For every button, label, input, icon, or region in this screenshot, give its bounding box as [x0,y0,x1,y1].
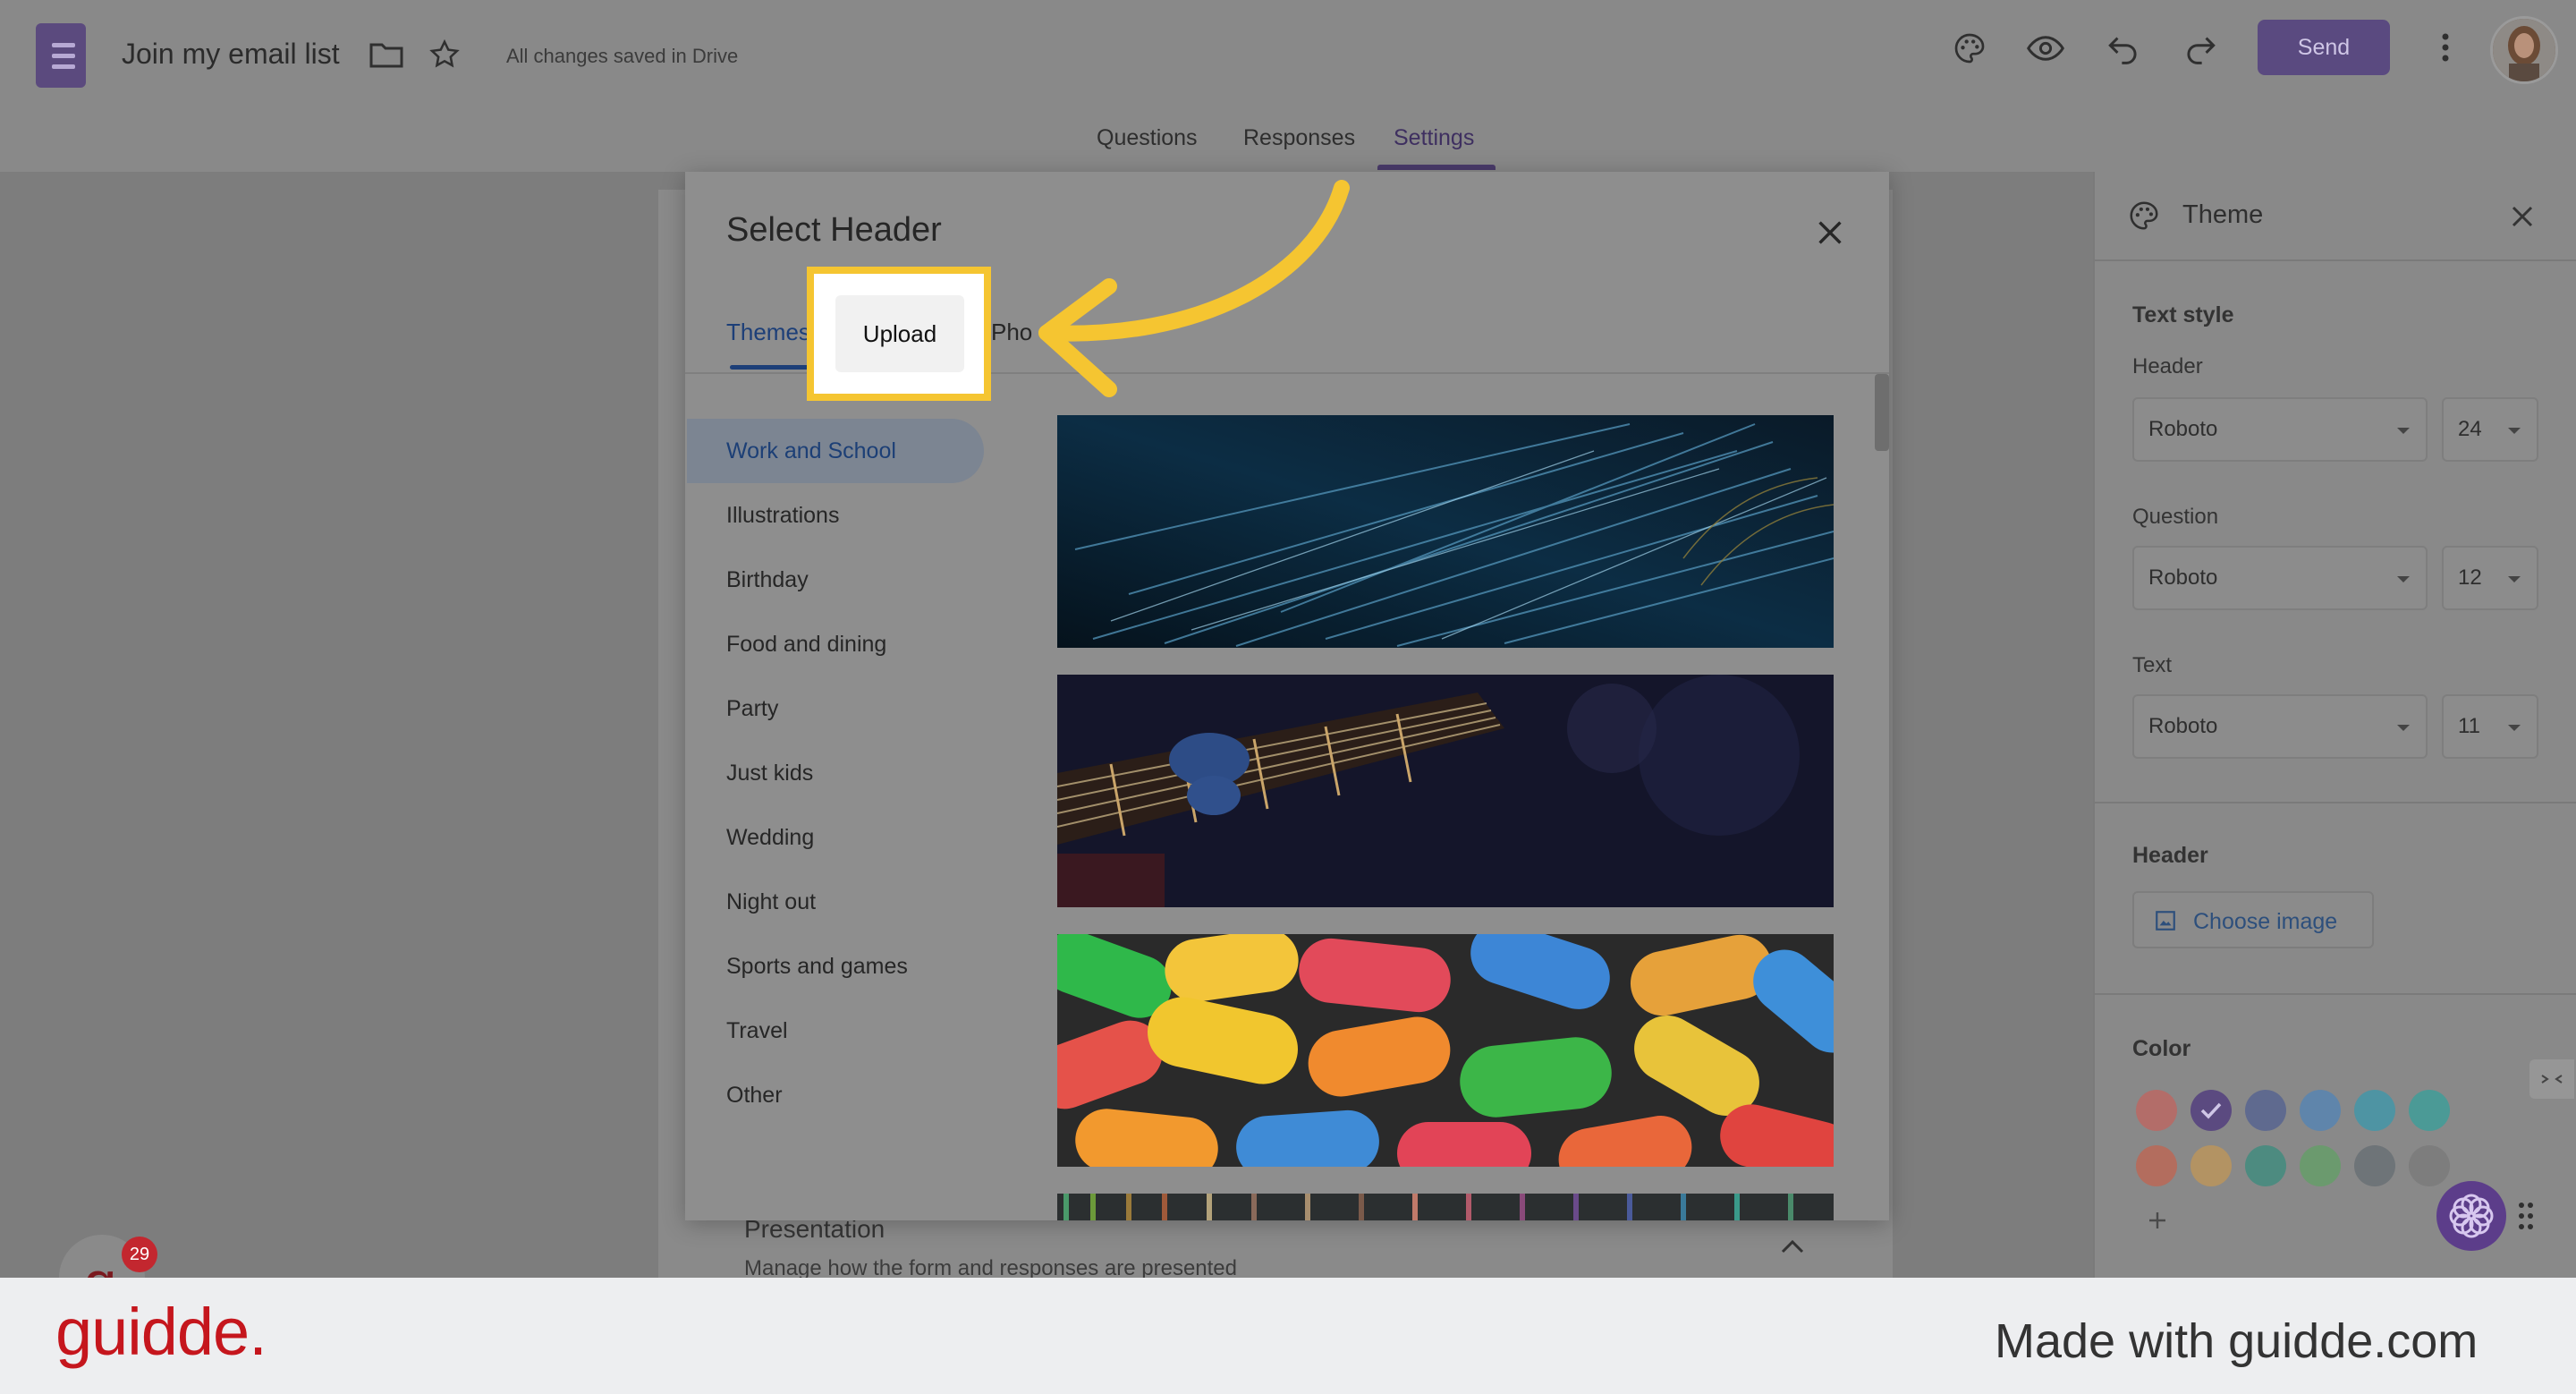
color-swatches-row-1 [2136,1090,2450,1131]
text-size-value: 11 [2458,714,2480,738]
tab-responses[interactable]: Responses [1243,125,1355,151]
color-swatch[interactable] [2136,1090,2177,1131]
chevron-down-icon [2397,725,2410,731]
text-style-label: Text style [2132,302,2234,327]
account-avatar[interactable] [2490,16,2558,84]
question-font-value: Roboto [2148,565,2218,590]
theme-thumbnail-fiber-optics[interactable] [1057,415,1834,648]
palette-icon [2127,199,2161,233]
header-font-select[interactable]: Roboto [2132,397,2428,462]
chevron-down-icon [2508,428,2521,434]
notification-count-badge: 29 [122,1237,157,1272]
chevron-down-icon [2508,725,2521,731]
color-swatches-row-2 [2136,1145,2450,1186]
color-swatch[interactable] [2190,1145,2232,1186]
add-color-icon[interactable] [2147,1210,2168,1231]
tab-themes[interactable]: Themes [726,319,810,346]
form-title[interactable]: Join my email list [122,38,340,71]
curved-arrow-annotation [1020,170,1360,412]
category-wedding[interactable]: Wedding [726,825,814,851]
category-just-kids[interactable]: Just kids [726,761,813,786]
color-swatch[interactable] [2300,1145,2341,1186]
collapse-panel-handle[interactable] [2529,1059,2574,1099]
tab-themes-indicator [730,365,809,370]
more-options-icon[interactable] [2440,32,2451,63]
tab-settings[interactable]: Settings [1394,125,1474,151]
color-swatch[interactable] [2409,1090,2450,1131]
panel-divider [2093,802,2576,803]
tab-questions[interactable]: Questions [1097,125,1198,151]
text-font-label: Text [2132,653,2173,677]
header-font-label: Header [2132,354,2203,378]
question-size-value: 12 [2458,565,2482,590]
question-size-select[interactable]: 12 [2442,546,2538,610]
drag-handle-icon[interactable] [2517,1201,2535,1231]
category-sports-and-games[interactable]: Sports and games [726,954,908,980]
theme-thumbnail-candy[interactable] [1057,934,1834,1167]
guidde-flower-icon[interactable] [2436,1181,2506,1251]
color-swatch[interactable] [2245,1090,2286,1131]
choose-image-label: Choose image [2193,909,2338,934]
chevron-down-icon [2397,576,2410,582]
header-section-label: Header [2132,843,2208,868]
color-swatch[interactable] [2136,1145,2177,1186]
star-icon[interactable] [428,38,462,72]
chevron-up-icon[interactable] [1780,1238,1805,1254]
color-swatch[interactable] [2245,1145,2286,1186]
theme-panel-divider [2093,259,2576,261]
text-font-select[interactable]: Roboto [2132,694,2428,759]
dialog-title: Select Header [726,211,942,249]
forms-logo-icon[interactable] [36,23,86,88]
category-night-out[interactable]: Night out [726,889,816,915]
save-status: All changes saved in Drive [506,45,739,67]
chevron-down-icon [2508,576,2521,582]
chevron-down-icon [2397,428,2410,434]
made-with-text: Made with guidde.com [1995,1314,2479,1368]
category-other[interactable]: Other [726,1083,783,1109]
header-font-value: Roboto [2148,417,2218,441]
theme-thumbnail-yarn[interactable] [1057,1194,1834,1220]
choose-image-button[interactable]: Choose image [2132,891,2374,948]
color-swatch[interactable] [2354,1090,2395,1131]
redo-icon[interactable] [2182,32,2218,64]
preview-eye-icon[interactable] [2027,32,2064,64]
theme-panel-title: Theme [2182,200,2264,229]
palette-icon[interactable] [1952,30,1987,66]
header-size-select[interactable]: 24 [2442,397,2538,462]
text-size-select[interactable]: 11 [2442,694,2538,759]
panel-divider [2093,993,2576,995]
category-illustrations[interactable]: Illustrations [726,503,839,529]
question-font-label: Question [2132,505,2219,529]
close-icon[interactable] [1816,218,1844,247]
category-birthday[interactable]: Birthday [726,567,809,593]
tab-settings-indicator [1377,165,1496,170]
folder-icon[interactable] [369,39,404,70]
tab-upload[interactable]: Upload [835,295,964,372]
color-swatch[interactable] [2354,1145,2395,1186]
category-food-and-dining[interactable]: Food and dining [726,632,886,658]
guidde-logo: guidde. [55,1295,267,1369]
text-font-value: Roboto [2148,714,2218,738]
header-size-value: 24 [2458,417,2482,441]
image-icon [2154,909,2177,932]
category-travel[interactable]: Travel [726,1018,788,1044]
color-swatch-selected[interactable] [2190,1090,2232,1131]
check-icon [2200,1102,2222,1119]
close-icon[interactable] [2510,204,2535,229]
theme-thumbnail-guitar[interactable] [1057,675,1834,907]
color-swatch[interactable] [2300,1090,2341,1131]
thumbnail-scrollbar[interactable] [1873,376,1889,1220]
color-label: Color [2132,1036,2191,1061]
category-party[interactable]: Party [726,696,778,722]
thumbnail-scrollbar-thumb[interactable] [1875,374,1889,451]
category-work-and-school[interactable]: Work and School [726,438,896,464]
send-button[interactable]: Send [2258,20,2390,75]
question-font-select[interactable]: Roboto [2132,546,2428,610]
undo-icon[interactable] [2106,32,2141,64]
